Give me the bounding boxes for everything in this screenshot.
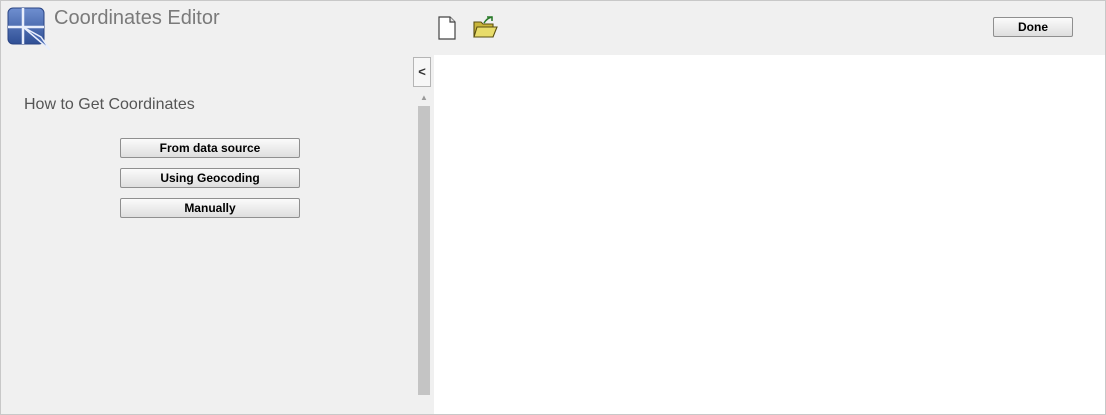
done-button[interactable]: Done (993, 17, 1073, 37)
new-document-icon[interactable] (434, 15, 460, 41)
header-bar: Coordinates Editor Done (1, 1, 1105, 55)
scroll-up-arrow-icon[interactable]: ▲ (418, 92, 430, 104)
coordinates-editor-window: Coordinates Editor Done < How to Get Coo… (0, 0, 1106, 415)
using-geocoding-button[interactable]: Using Geocoding (120, 168, 300, 188)
app-title: Coordinates Editor (54, 7, 220, 29)
open-folder-icon[interactable] (472, 15, 498, 41)
collapse-sidebar-button[interactable]: < (413, 57, 431, 87)
sidebar-panel: < How to Get Coordinates From data sourc… (1, 55, 433, 414)
map-logo-icon (7, 7, 51, 51)
vertical-scrollbar[interactable] (418, 106, 430, 395)
from-data-source-button[interactable]: From data source (120, 138, 300, 158)
section-title: How to Get Coordinates (24, 96, 195, 113)
manually-button[interactable]: Manually (120, 198, 300, 218)
main-content-area (434, 55, 1105, 414)
